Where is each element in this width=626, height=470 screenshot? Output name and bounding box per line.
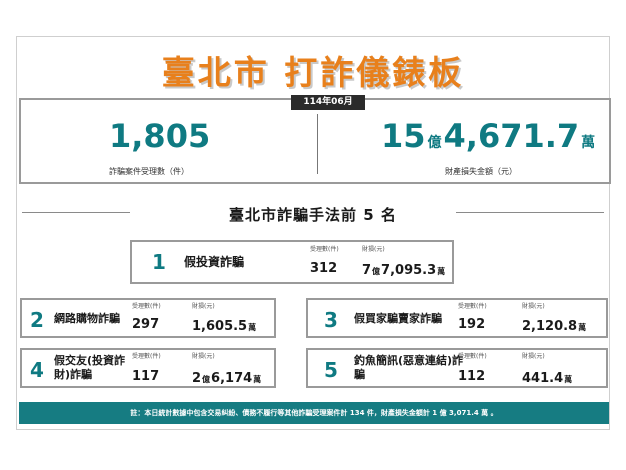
method-name: 假投資詐騙 xyxy=(184,255,245,269)
loss-yi-value: 2 xyxy=(192,371,202,386)
case-count: 312 xyxy=(310,261,338,276)
count-label: 受理數(件) xyxy=(132,303,161,310)
loss-amount-value: 15 億4,671.7 萬 xyxy=(381,120,597,156)
loss-amount: 1,605.5萬 xyxy=(192,318,257,335)
loss-amount: 441.4萬 xyxy=(522,370,573,387)
loss-wan-value: 4,671.7 xyxy=(443,117,580,155)
method-name-line2: 財)詐騙 xyxy=(54,368,93,381)
loss-label: 財損(元) xyxy=(362,246,385,253)
loss-yi-value: 7 xyxy=(362,263,372,278)
loss-label: 財損(元) xyxy=(522,353,545,360)
count-label: 受理數(件) xyxy=(458,353,487,360)
page-title: 臺北市 打詐儀錶板 xyxy=(161,53,465,92)
method-name-line1: 假交友(投資詐 xyxy=(54,354,126,367)
loss-amount: 7億7,095.3萬 xyxy=(362,262,446,279)
loss-yi-unit: 億 xyxy=(372,267,381,276)
summary-panel: 114年06月 1,805 詐騙案件受理數（件） 15 億4,671.7 萬 財產損… xyxy=(19,95,611,184)
count-label: 受理數(件) xyxy=(132,353,161,360)
loss-yi-unit: 億 xyxy=(202,375,211,384)
summary-divider xyxy=(317,114,318,174)
rank-number: 2 xyxy=(30,308,44,332)
rank-number: 1 xyxy=(152,250,166,274)
case-count: 297 xyxy=(132,317,160,332)
loss-wan-value: 1,605.5 xyxy=(192,319,248,334)
loss-wan-value: 2,120.8 xyxy=(522,319,578,334)
rank-card-5: 5 釣魚簡訊(惡意連結)詐 騙 受理數(件) 財損(元) 112 441.4萬 xyxy=(306,348,608,388)
loss-wan-unit: 萬 xyxy=(564,375,573,384)
loss-wan-unit: 萬 xyxy=(253,375,262,384)
rank-number: 4 xyxy=(30,358,44,382)
case-count: 112 xyxy=(458,369,486,384)
method-name-line1: 釣魚簡訊(惡意連結)詐 xyxy=(354,354,464,367)
loss-wan-unit: 萬 xyxy=(578,323,587,332)
count-label: 受理數(件) xyxy=(458,303,487,310)
rank-number: 5 xyxy=(324,358,338,382)
case-count: 192 xyxy=(458,317,486,332)
footer-note: 註：本日統計數據中包含交易糾紛、債務不履行等其他詐騙受理案件計 134 件，財產… xyxy=(19,402,609,424)
rank-card-4: 4 假交友(投資詐 財)詐騙 受理數(件) 財損(元) 117 2億6,174萬 xyxy=(20,348,276,388)
loss-amount-label: 財產損失金額（元） xyxy=(445,167,517,176)
loss-label: 財損(元) xyxy=(192,303,215,310)
cases-count-label: 詐騙案件受理數（件） xyxy=(109,167,189,176)
method-name: 釣魚簡訊(惡意連結)詐 騙 xyxy=(354,354,463,382)
loss-yi-value: 15 xyxy=(381,117,426,155)
loss-wan-value: 441.4 xyxy=(522,371,564,386)
section-title: 臺北市詐騙手法前 5 名 xyxy=(229,206,397,224)
cases-count-value: 1,805 xyxy=(109,117,211,155)
loss-wan-value: 7,095.3 xyxy=(381,263,437,278)
method-name: 網路購物詐騙 xyxy=(54,312,120,325)
rank-card-2: 2 網路購物詐騙 受理數(件) 財損(元) 297 1,605.5萬 xyxy=(20,298,276,338)
count-label: 受理數(件) xyxy=(310,246,339,253)
rank-card-3: 3 假買家騙賣家詐騙 受理數(件) 財損(元) 192 2,120.8萬 xyxy=(306,298,608,338)
loss-wan-value: 6,174 xyxy=(211,371,253,386)
month-tag: 114年06月 xyxy=(291,95,365,110)
loss-wan-unit: 萬 xyxy=(437,267,446,276)
section-rule-right xyxy=(456,212,604,213)
loss-label: 財損(元) xyxy=(192,353,215,360)
loss-wan-unit: 萬 xyxy=(248,323,257,332)
loss-amount: 2,120.8萬 xyxy=(522,318,587,335)
loss-wan-unit: 萬 xyxy=(581,135,596,151)
loss-amount: 2億6,174萬 xyxy=(192,370,262,387)
method-name: 假交友(投資詐 財)詐騙 xyxy=(54,354,125,382)
rank-card-1: 1 假投資詐騙 受理數(件) 財損(元) 312 7億7,095.3萬 xyxy=(130,240,454,284)
loss-yi-unit: 億 xyxy=(427,135,442,151)
method-name: 假買家騙賣家詐騙 xyxy=(354,312,442,325)
case-count: 117 xyxy=(132,369,160,384)
method-name-line2: 騙 xyxy=(354,368,365,381)
rank-number: 3 xyxy=(324,308,338,332)
loss-label: 財損(元) xyxy=(522,303,545,310)
